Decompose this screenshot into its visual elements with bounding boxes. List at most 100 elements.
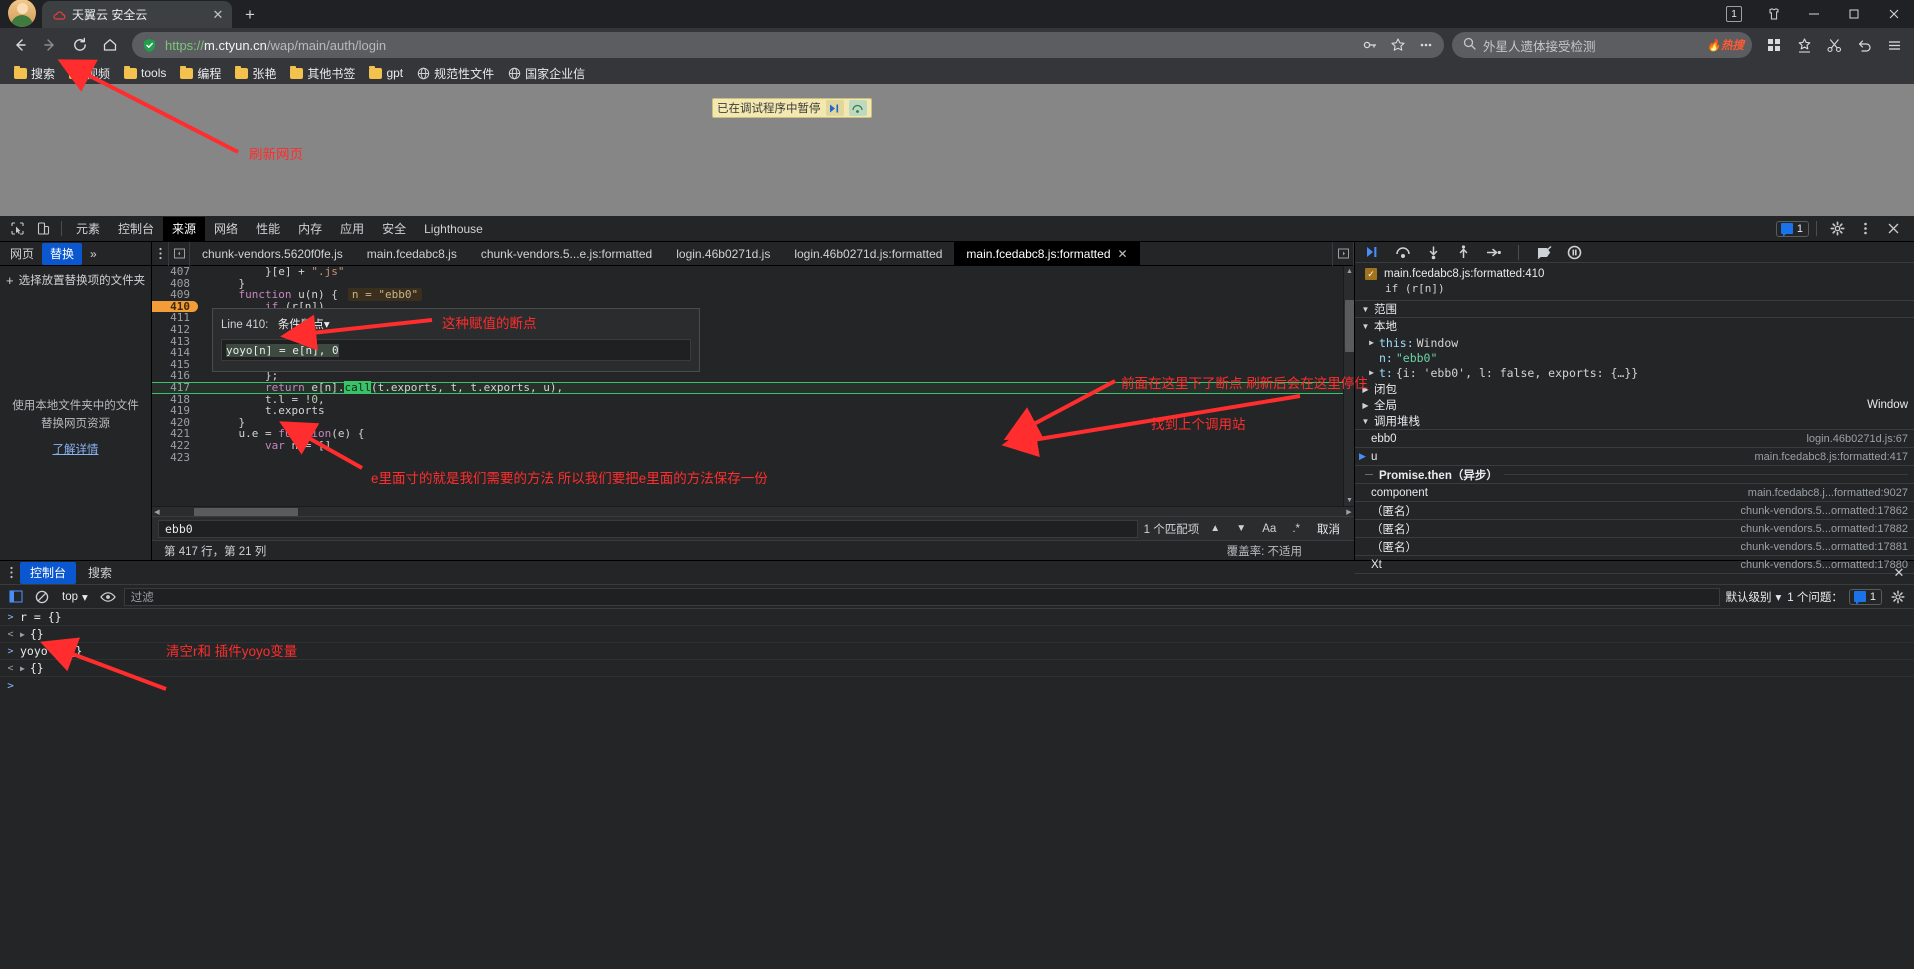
more-options-icon[interactable] <box>1416 35 1436 55</box>
scroll-up-arrow[interactable]: ▲ <box>1344 266 1354 277</box>
close-devtools-icon[interactable] <box>1880 217 1906 241</box>
star-icon[interactable] <box>1388 35 1408 55</box>
breakpoint-checkbox[interactable]: ✓ <box>1365 268 1377 280</box>
find-prev-button[interactable]: ▲ <box>1205 520 1225 538</box>
callstack-frame[interactable]: （匿名） chunk-vendors.5...ormatted:17881 <box>1355 538 1914 556</box>
devtools-tab-安全[interactable]: 安全 <box>373 217 415 241</box>
console-settings-gear-icon[interactable] <box>1888 587 1908 607</box>
console-sidebar-icon[interactable] <box>6 587 26 607</box>
code-line[interactable]: 418 t.l = !0, <box>152 393 1343 406</box>
line-number[interactable]: 423 <box>152 451 198 464</box>
editor-tab[interactable]: login.46b0271d.js <box>664 242 782 266</box>
scope-variable-row[interactable]: n: "ebb0" <box>1365 350 1914 365</box>
step-out-icon[interactable] <box>1453 242 1473 262</box>
line-number[interactable]: 412 <box>152 324 198 336</box>
find-input[interactable]: ebb0 <box>158 519 1138 538</box>
expand-object-icon[interactable]: ▶ <box>20 664 25 673</box>
bookmark-item[interactable]: 张艳 <box>229 63 282 84</box>
bookmark-item[interactable]: gpt <box>363 64 409 82</box>
editor-tab[interactable]: main.fcedabc8.js <box>355 242 469 266</box>
editor-tab[interactable]: chunk-vendors.5620f0fe.js <box>190 242 355 266</box>
minimize-button[interactable] <box>1794 0 1834 28</box>
code-line[interactable]: 417 return e[n].call(t.exports, t, t.exp… <box>152 380 1343 394</box>
find-cancel-button[interactable]: 取消 <box>1317 521 1340 537</box>
editor-tab-close-icon[interactable]: ✕ <box>1118 247 1128 261</box>
undo-icon[interactable] <box>1850 31 1878 59</box>
tab-close-icon[interactable]: ✕ <box>210 7 226 23</box>
devtools-tab-网络[interactable]: 网络 <box>205 217 247 241</box>
tshirt-icon[interactable] <box>1754 0 1794 28</box>
console-output[interactable]: > r = {} < ▶ {} > yoyo = {} < ▶ {} > <box>0 609 1914 969</box>
gear-icon[interactable] <box>1824 217 1850 241</box>
bookmark-item[interactable]: 规范性文件 <box>411 63 500 84</box>
bookmark-item[interactable]: tools <box>118 64 172 82</box>
inspect-element-icon[interactable] <box>4 217 30 241</box>
profile-avatar[interactable] <box>8 0 36 27</box>
home-button[interactable] <box>96 31 124 59</box>
devtools-tab-应用[interactable]: 应用 <box>331 217 373 241</box>
callstack-frame[interactable]: （匿名） chunk-vendors.5...ormatted:17882 <box>1355 520 1914 538</box>
select-overrides-folder-button[interactable]: + 选择放置替换项的文件夹 <box>0 266 151 294</box>
scope-section-header[interactable]: ▼ 范围 <box>1355 301 1914 318</box>
drawer-menu-icon[interactable] <box>2 561 20 585</box>
editor-tab[interactable]: login.46b0271d.js:formatted <box>782 242 954 266</box>
key-icon[interactable] <box>1360 35 1380 55</box>
navigator-tab-网页[interactable]: 网页 <box>2 243 42 265</box>
chevron-right-icon[interactable]: ▶ <box>1367 338 1376 347</box>
address-bar[interactable]: https://m.ctyun.cn/wap/main/auth/login <box>132 32 1444 58</box>
breakpoint-row[interactable]: ✓ main.fcedabc8.js:formatted:410 <box>1365 268 1906 280</box>
breakpoint-type-select[interactable]: 条件断点 <box>278 319 324 331</box>
line-number[interactable]: 419 <box>152 405 198 417</box>
line-number[interactable]: 414 <box>152 347 198 359</box>
scope-variable-row[interactable]: ▶ t: {i: 'ebb0', l: false, exports: {…}} <box>1365 365 1914 380</box>
step-over-icon[interactable] <box>1393 242 1413 262</box>
message-count-badge[interactable]: 1 <box>1775 220 1809 237</box>
editor-tab[interactable]: main.fcedabc8.js:formatted ✕ <box>954 241 1140 266</box>
show-navigator-icon[interactable] <box>168 241 190 266</box>
apps-grid-icon[interactable] <box>1760 31 1788 59</box>
code-line[interactable]: 409 function u(n) {n = "ebb0" <box>152 288 1343 302</box>
resume-icon[interactable] <box>1363 242 1383 262</box>
scope-group-本地[interactable]: ▼ 本地 <box>1355 318 1914 334</box>
drawer-tab-控制台[interactable]: 控制台 <box>20 561 77 584</box>
devtools-tab-来源[interactable]: 来源 <box>163 216 206 241</box>
issues-badge[interactable]: 1 个问题： 1 <box>1787 588 1882 605</box>
hscrollbar-thumb[interactable] <box>194 508 298 516</box>
scope-group-闭包[interactable]: ▶ 闭包 <box>1355 381 1914 397</box>
bookmark-item[interactable]: 其他书签 <box>284 63 361 84</box>
scope-variable-row[interactable]: ▶ this: Window <box>1365 335 1914 350</box>
line-number[interactable]: 417 <box>152 382 198 394</box>
screenshot-scissors-icon[interactable] <box>1820 31 1848 59</box>
bookmark-item[interactable]: 编程 <box>174 63 227 84</box>
callstack-frame[interactable]: （匿名） chunk-vendors.5...ormatted:17862 <box>1355 502 1914 520</box>
step-into-icon[interactable] <box>1423 242 1443 262</box>
conditional-breakpoint-editor[interactable]: Line 410: 条件断点▾ yoyo[n] = e[n], 0 <box>212 308 700 372</box>
bookmark-item[interactable]: 国家企业信 <box>502 63 591 84</box>
editor-tabs-menu-icon[interactable] <box>152 242 168 266</box>
search-input[interactable]: 外星人遗体接受检测 <box>1483 36 1701 55</box>
console-output-row[interactable]: < ▶ {} <box>0 626 1914 643</box>
devtools-tab-性能[interactable]: 性能 <box>247 217 289 241</box>
chevron-down-icon[interactable]: ▾ <box>324 319 330 331</box>
step-icon[interactable] <box>1483 242 1503 262</box>
browser-menu-icon[interactable] <box>1880 31 1908 59</box>
scroll-left-arrow[interactable]: ◀ <box>152 507 162 517</box>
navigator-tab-替换[interactable]: 替换 <box>42 242 83 265</box>
maximize-button[interactable] <box>1834 0 1874 28</box>
close-drawer-icon[interactable]: ✕ <box>1890 564 1908 582</box>
navigator-tab-»[interactable]: » <box>82 243 105 265</box>
callstack-frame[interactable]: ebb0 login.46b0271d.js:67 <box>1355 430 1914 448</box>
editor-tab[interactable]: chunk-vendors.5...e.js:formatted <box>469 242 664 266</box>
console-context-selector[interactable]: top ▾ <box>58 590 92 604</box>
eye-icon[interactable] <box>98 587 118 607</box>
console-prompt[interactable]: > <box>0 677 1914 694</box>
forward-button[interactable] <box>36 31 64 59</box>
chevron-right-icon[interactable]: ▶ <box>1367 368 1376 377</box>
callstack-frame[interactable]: component main.fcedabc8.j...formatted:902… <box>1355 484 1914 502</box>
drawer-tab-搜索[interactable]: 搜索 <box>78 562 122 584</box>
issues-count-badge[interactable]: 1 <box>1848 588 1882 605</box>
console-input-row[interactable]: > r = {} <box>0 609 1914 626</box>
pause-on-exceptions-icon[interactable] <box>1564 242 1584 262</box>
device-toolbar-icon[interactable] <box>30 217 56 241</box>
code-scroll-area[interactable]: 407 }[e] + ".js" 408 } 409 function u(n) {… <box>152 266 1343 506</box>
